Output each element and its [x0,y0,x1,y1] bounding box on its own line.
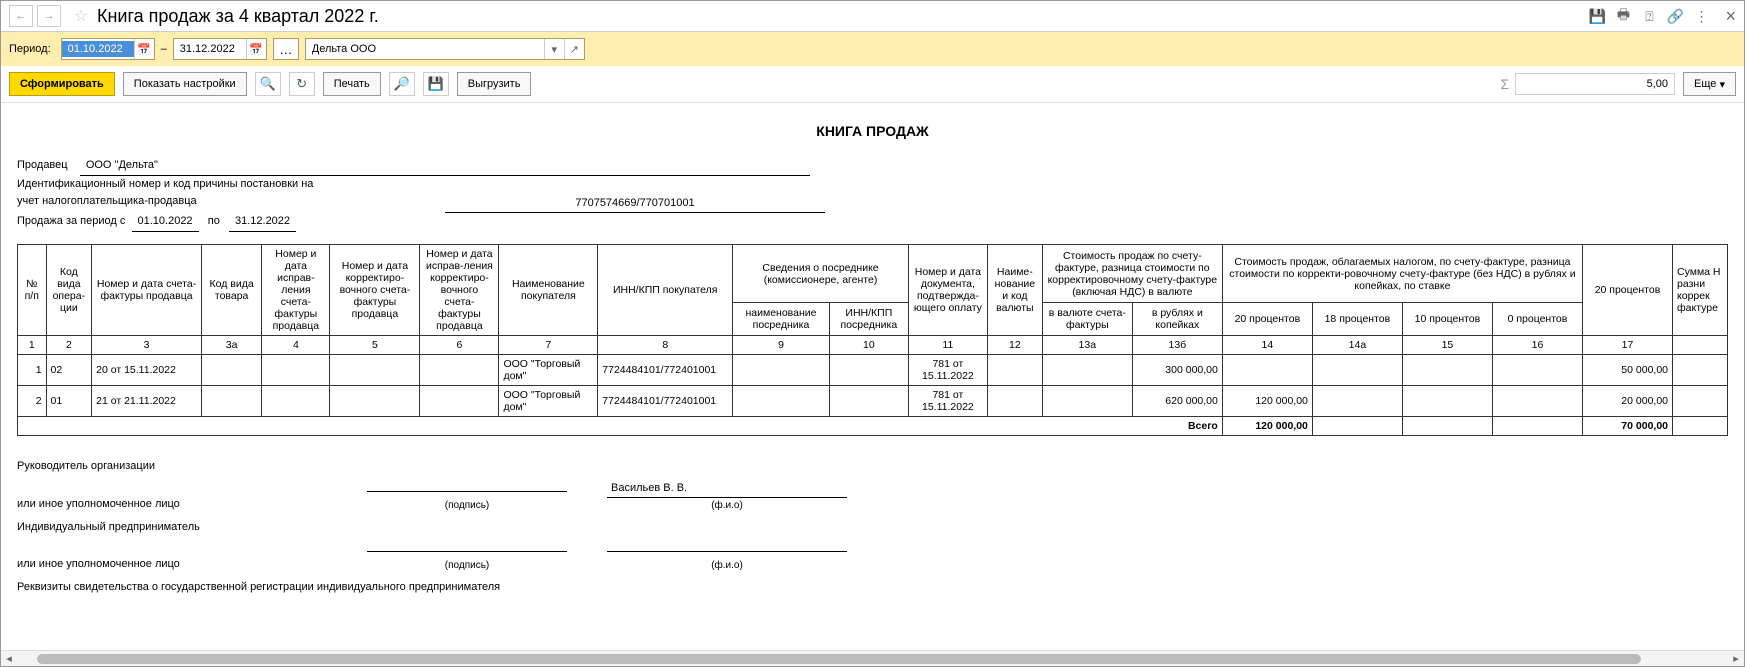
table-row[interactable]: 2 01 21 от 21.11.2022 ООО "Торговый дом"… [18,385,1728,416]
org-open-icon[interactable]: ↗ [564,39,584,59]
head-fio: Васильев В. В. [607,480,847,498]
fio-sub: (ф.и.о) [607,498,847,513]
inn-value: 7707574669/770701001 [445,195,825,214]
col-7: Наименование покупателя [499,244,598,335]
print-preview-icon[interactable]: 🔎 [389,72,415,96]
organization-select[interactable]: ▾ ↗ [305,38,585,60]
period-label: Период: [9,43,51,55]
sale-period-mid: по [208,213,220,231]
report-title: КНИГА ПРОДАЖ [17,123,1728,139]
col-3: Номер и дата счета-фактуры продавца [92,244,202,335]
col-3a: Код вида товара [201,244,261,335]
link-icon[interactable]: 🔗 [1665,6,1685,26]
form-button[interactable]: Сформировать [9,72,115,96]
col-18g: Сумма Н разни коррек фактуре [1673,244,1728,335]
col-9: наименование посредника [733,303,830,336]
sales-table: № п/п Код вида опера-ции Номер и дата сч… [17,244,1728,436]
date-from-field[interactable]: 📅 [61,38,155,60]
table-row[interactable]: 1 02 20 от 15.11.2022 ООО "Торговый дом"… [18,354,1728,385]
print-icon[interactable]: 🖶 [1613,6,1633,26]
date-to-field[interactable]: 📅 [173,38,267,60]
export-button[interactable]: Выгрузить [457,72,532,96]
col-10: ИНН/КПП посредника [829,303,908,336]
close-button[interactable]: × [1725,6,1736,27]
org-dropdown-icon[interactable]: ▾ [544,39,564,59]
sign-sub: (подпись) [367,498,567,513]
forward-button[interactable]: → [37,5,61,27]
more-button[interactable]: Еще ▾ [1683,72,1736,96]
scroll-thumb[interactable] [37,654,1641,664]
calendar-from-icon[interactable]: 📅 [134,39,154,59]
col-9g: Сведения о посреднике (комиссионере, аге… [733,244,909,302]
period-bar: Период: 📅 – 📅 … ▾ ↗ [1,32,1744,66]
date-to-input[interactable] [174,41,246,57]
ip-label-1: Индивидуальный предприниматель [17,519,1728,536]
sigma-icon: Σ [1500,76,1509,92]
organization-input[interactable] [306,39,544,59]
col-12: Наиме-нование и код валюты [987,244,1042,335]
date-from-input[interactable] [62,41,134,57]
col-16: 0 процентов [1492,303,1582,336]
head-label-2: или иное уполномоченное лицо [17,496,327,513]
totals-row: Всего 120 000,00 70 000,00 [18,416,1728,435]
col-6: Номер и дата исправ-ления корректиро-воч… [420,244,499,335]
col-2: Код вида опера-ции [46,244,92,335]
col-13a: в валюте счета-фактуры [1042,303,1132,336]
titlebar: ← → ☆ Книга продаж за 4 квартал 2022 г. … [1,1,1744,32]
report-header: Продавец ООО "Дельта" Идентификационный … [17,157,1728,232]
toolbar: Сформировать Показать настройки 🔍 ↻ Печа… [1,66,1744,103]
signatures-block: Руководитель организации или иное уполно… [17,458,1728,596]
print-button[interactable]: Печать [323,72,381,96]
sale-to: 31.12.2022 [229,213,296,232]
head-label-1: Руководитель организации [17,458,1728,475]
horizontal-scrollbar[interactable]: ◂ ▸ [1,650,1744,666]
col-11: Номер и дата документа, подтвержда-ющего… [908,244,987,335]
sale-period-prefix: Продажа за период с [17,213,125,231]
more-icon[interactable]: ⋮ [1691,6,1711,26]
sale-from: 01.10.2022 [132,213,199,232]
seller-name: ООО "Дельта" [80,157,810,176]
col-14: 20 процентов [1222,303,1312,336]
preview-icon[interactable]: ⍰ [1639,6,1659,26]
back-button[interactable]: ← [9,5,33,27]
inn-label: Идентификационный номер и код причины по… [17,176,327,211]
report-area[interactable]: КНИГА ПРОДАЖ Продавец ООО "Дельта" Идент… [1,103,1744,650]
col-15: 10 процентов [1402,303,1492,336]
col-8: ИНН/КПП покупателя [598,244,733,335]
col-14g: Стоимость продаж, облагаемых налогом, по… [1222,244,1582,302]
refresh-icon[interactable]: ↻ [289,72,315,96]
seller-label: Продавец [17,157,68,175]
period-ellipsis-button[interactable]: … [273,38,299,60]
sum-field: Σ [1500,73,1675,95]
col-1: № п/п [18,244,47,335]
find-icon[interactable]: 🔍 [255,72,281,96]
col-5: Номер и дата корректиро-вочного счета-фа… [330,244,420,335]
save-disk-icon[interactable]: 💾 [423,72,449,96]
favorite-button[interactable]: ☆ [69,5,93,27]
col-17: 20 процентов [1582,244,1672,335]
sum-input[interactable] [1515,73,1675,95]
cert-label: Реквизиты свидетельства о государственно… [17,579,1728,596]
col-13b: в рублях и копейках [1132,303,1222,336]
col-13g: Стоимость продаж по счету-фактуре, разни… [1042,244,1222,302]
period-dash: – [161,43,167,55]
ip-label-2: или иное уполномоченное лицо [17,556,327,573]
window-title: Книга продаж за 4 квартал 2022 г. [97,6,1587,27]
show-settings-button[interactable]: Показать настройки [123,72,247,96]
save-icon[interactable]: 💾 [1587,6,1607,26]
col-4: Номер и дата исправ-ления счета-фактуры … [262,244,330,335]
calendar-to-icon[interactable]: 📅 [246,39,266,59]
scroll-left-icon[interactable]: ◂ [1,652,17,665]
col-14a: 18 процентов [1312,303,1402,336]
scroll-right-icon[interactable]: ▸ [1728,652,1744,665]
